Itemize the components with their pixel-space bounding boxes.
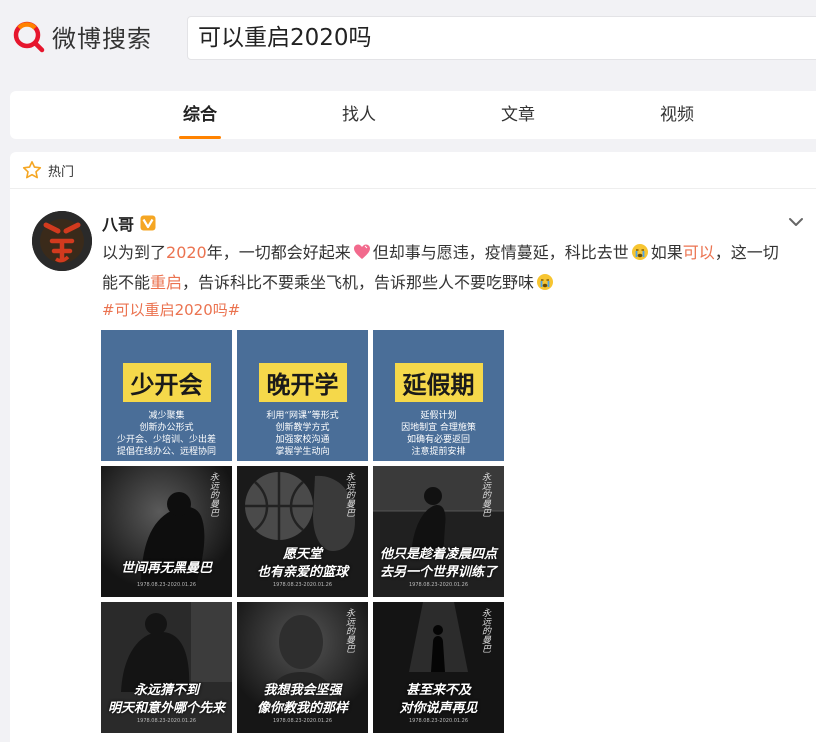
tile-title: 延假期: [394, 363, 483, 402]
image-grid: 少开会 减少聚集 创新办公形式 少开会、少培训、少出差 提倡在线办公、远程协同 …: [101, 330, 504, 733]
author-name[interactable]: 八哥: [102, 211, 134, 235]
avatar[interactable]: [32, 211, 92, 271]
tile-line: 提倡在线办公、远程协同: [116, 447, 216, 457]
weibo-search-logo[interactable]: 微博搜索: [10, 18, 152, 54]
tile-text: 减少聚集 创新办公形式 少开会、少培训、少出差 提倡在线办公、远程协同: [101, 410, 232, 458]
keyword-highlight: 重启: [150, 273, 183, 292]
image-tile[interactable]: 永远的曼巴 世间再无黑曼巴 1978.08.23-2020.01.26: [101, 466, 232, 597]
tab-articles[interactable]: 文章: [497, 91, 539, 139]
tile-caption: 永远猜不到 明天和意外哪个先来: [105, 682, 228, 718]
text-segment: ，告诉科比不要乘坐飞机，告诉那些人不要吃野味: [182, 273, 535, 292]
tile-signature: 永远的曼巴: [482, 609, 492, 655]
tile-footnote: 1978.08.23-2020.01.26: [136, 582, 197, 588]
header: 微博搜索 可以重启2020吗: [0, 0, 816, 80]
heart-emoji-icon: [353, 244, 370, 259]
caption-line: 像你教我的那样: [256, 701, 348, 716]
tile-line: 延假计划: [420, 411, 457, 421]
tile-footnote: 1978.08.23-2020.01.26: [408, 582, 469, 588]
text-segment: 年，一切都会好起来: [206, 243, 351, 262]
tile-signature: 永远的曼巴: [482, 473, 492, 519]
caption-line: 他只是趁着凌晨四点: [379, 547, 497, 562]
tile-line: 因地制宜 合理施策: [401, 423, 476, 433]
caption-line: 明天和意外哪个先来: [107, 701, 225, 716]
tile-signature: 永远的曼巴: [346, 473, 356, 519]
tile-caption: 他只是趁着凌晨四点 去另一个世界训练了: [377, 546, 500, 582]
tile-caption: 我想我会坚强 像你教我的那样: [241, 682, 364, 718]
tile-title: 少开会: [122, 363, 211, 402]
tile-line: 掌握学生动向: [275, 447, 330, 457]
post-text: 以为到了2020年，一切都会好起来 但却事与愿违，疫情蔓延，科比去世 如果可以，这一…: [102, 238, 792, 298]
text-segment: 如果: [650, 243, 683, 262]
tile-footnote: 1978.08.23-2020.01.26: [408, 718, 469, 724]
tile-line: 减少聚集: [148, 411, 185, 421]
keyword-highlight: 可以: [682, 243, 715, 262]
tile-caption: 世间再无黑曼巴: [120, 561, 212, 576]
text-segment: 但却事与愿违，疫情蔓延，科比去世: [372, 243, 629, 262]
image-tile[interactable]: 永远的曼巴 他只是趁着凌晨四点 去另一个世界训练了 1978.08.23-202…: [373, 466, 504, 597]
image-tile[interactable]: 永远猜不到 明天和意外哪个先来 1978.08.23-2020.01.26: [101, 602, 232, 733]
tile-title: 晚开学: [258, 363, 347, 402]
caption-line: 甚至来不及: [405, 683, 471, 698]
caption-line: 去另一个世界训练了: [379, 565, 497, 580]
tile-text: 延假计划 因地制宜 合理施策 如确有必要返回 注意提前安排: [373, 410, 504, 458]
tile-caption: 愿天堂 也有亲爱的篮球: [241, 546, 364, 582]
keyword-highlight: 2020: [166, 243, 207, 262]
image-tile[interactable]: 永远的曼巴 愿天堂 也有亲爱的篮球 1978.08.23-2020.01.26: [237, 466, 368, 597]
image-tile[interactable]: 少开会 减少聚集 创新办公形式 少开会、少培训、少出差 提倡在线办公、远程协同: [101, 330, 232, 461]
caption-line: 愿天堂: [282, 547, 322, 562]
tile-line: 加强家校沟通: [275, 435, 330, 445]
hot-label: 热门: [48, 164, 75, 180]
hot-card: 热门 八哥 以为到了2020年，一切都会好起来 但却事与愿违，疫情蔓延，科比去世如…: [10, 152, 816, 742]
tile-signature: 永远的曼巴: [346, 609, 356, 655]
image-tile[interactable]: 永远的曼巴 甚至来不及 对你说声再见 1978.08.23-2020.01.26: [373, 602, 504, 733]
tile-line: 创新教学方式: [275, 423, 330, 433]
caption-line: 对你说声再见: [399, 701, 478, 716]
image-tile[interactable]: 晚开学 利用“网课”等形式 创新教学方式 加强家校沟通 掌握学生动向: [237, 330, 368, 461]
chevron-down-icon[interactable]: [786, 212, 806, 232]
topic-hashtag-link[interactable]: #可以重启2020吗#: [102, 298, 240, 322]
text-segment: 以为到了: [102, 243, 167, 262]
tab-people[interactable]: 找人: [338, 91, 380, 139]
tile-line: 利用“网课”等形式: [266, 411, 339, 421]
search-logo-icon: [13, 21, 45, 53]
tile-caption: 甚至来不及 对你说声再见: [377, 682, 500, 718]
crying-emoji-icon: [631, 244, 648, 260]
tile-line: 少开会、少培训、少出差: [116, 435, 216, 445]
image-tile[interactable]: 延假期 延假计划 因地制宜 合理施策 如确有必要返回 注意提前安排: [373, 330, 504, 461]
image-tile[interactable]: 永远的曼巴 我想我会坚强 像你教我的那样 1978.08.23-2020.01.…: [237, 602, 368, 733]
tile-signature: 永远的曼巴: [210, 473, 220, 519]
verified-v-icon: [140, 215, 156, 231]
tile-footnote: 1978.08.23-2020.01.26: [272, 582, 333, 588]
logo-text: 微博搜索: [52, 24, 152, 53]
tile-line: 如确有必要返回: [406, 435, 470, 445]
tile-line: 注意提前安排: [411, 447, 466, 457]
author: 八哥: [102, 211, 156, 235]
tab-comprehensive[interactable]: 综合: [179, 91, 221, 139]
tile-line: 创新办公形式: [139, 423, 194, 433]
crying-emoji-icon: [537, 274, 554, 290]
result-tabs: 综合 找人 文章 视频: [10, 91, 816, 139]
search-input[interactable]: 可以重启2020吗: [187, 16, 816, 60]
caption-line: 永远猜不到: [133, 683, 199, 698]
star-icon: [22, 161, 42, 179]
caption-line: 也有亲爱的篮球: [256, 565, 348, 580]
tile-footnote: 1978.08.23-2020.01.26: [272, 718, 333, 724]
tile-text: 利用“网课”等形式 创新教学方式 加强家校沟通 掌握学生动向: [237, 410, 368, 458]
avatar-image: [32, 211, 92, 271]
tab-videos[interactable]: 视频: [656, 91, 698, 139]
tile-footnote: 1978.08.23-2020.01.26: [136, 718, 197, 724]
hot-section-header: 热门: [10, 152, 816, 189]
caption-line: 我想我会坚强: [263, 683, 342, 698]
